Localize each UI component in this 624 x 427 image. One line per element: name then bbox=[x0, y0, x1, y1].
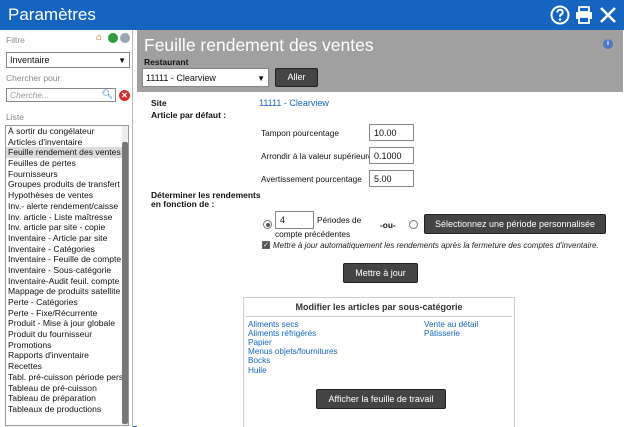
list-item[interactable]: Produit du fournisseur bbox=[6, 329, 123, 340]
subcategory-link[interactable]: Aliments réfrigérés bbox=[248, 329, 316, 338]
round-up-input[interactable]: 0.1000 bbox=[369, 147, 414, 164]
list-item[interactable]: Inventaire - Feuille de compte bbox=[6, 254, 123, 265]
show-worksheet-button[interactable]: Afficher la feuille de travail bbox=[316, 389, 446, 409]
subcategory-link[interactable]: Pâtisserie bbox=[424, 329, 460, 338]
auto-update-checkbox[interactable]: ✓ bbox=[262, 241, 270, 249]
clear-search-icon[interactable]: ✕ bbox=[119, 90, 130, 101]
periods-label-1: Périodes de bbox=[317, 215, 362, 225]
list-label: Liste bbox=[6, 112, 24, 122]
search-icon[interactable]: 🔍︎ bbox=[102, 89, 113, 100]
list-item[interactable]: Promotions bbox=[6, 340, 123, 351]
list-item[interactable]: Mappage de produits satellite bbox=[6, 286, 123, 297]
scrollbar-thumb[interactable] bbox=[122, 142, 128, 424]
subcategory-link[interactable]: Huile bbox=[248, 366, 267, 375]
subcategory-link[interactable]: Vente au détail bbox=[424, 320, 478, 329]
list-item[interactable]: Perte - Catégories bbox=[6, 297, 123, 308]
list-item[interactable]: Fournisseurs bbox=[6, 169, 123, 180]
header-strip: Feuille rendement des ventes i Restauran… bbox=[137, 30, 623, 92]
list-item[interactable]: Tableaux de productions bbox=[6, 404, 123, 415]
filter-select-value: Inventaire bbox=[10, 55, 50, 65]
list-item[interactable]: Groupes produits de transfert bbox=[6, 179, 123, 190]
refresh-icon[interactable] bbox=[120, 33, 130, 43]
list-item[interactable]: Inventaire-Audit feuil. compte bbox=[6, 276, 123, 287]
list-item[interactable]: Recettes bbox=[6, 361, 123, 372]
list-item[interactable]: Feuilles de pertes bbox=[6, 158, 123, 169]
buffer-percent-input[interactable]: 10.00 bbox=[369, 124, 414, 141]
print-icon[interactable] bbox=[574, 5, 594, 25]
list-item[interactable]: Inventaire - Catégories bbox=[6, 244, 123, 255]
close-icon[interactable] bbox=[598, 5, 618, 25]
go-button[interactable]: Aller bbox=[275, 68, 318, 87]
list-item[interactable]: Perte - Fixe/Récurrente bbox=[6, 308, 123, 319]
or-label: -ou- bbox=[380, 220, 396, 230]
list-item[interactable]: Tableau de pré-cuisson bbox=[6, 383, 123, 394]
list-item[interactable]: Inventaire - Sous-catégorie bbox=[6, 265, 123, 276]
restaurant-select-value: 11111 - Clearview bbox=[146, 73, 216, 83]
restaurant-label: Restaurant bbox=[144, 57, 189, 67]
list-item[interactable]: Tableau de préparation bbox=[6, 393, 123, 404]
buffer-percent-label: Tampon pourcentage bbox=[261, 128, 339, 138]
search-input[interactable]: Cherche... 🔍︎ bbox=[6, 88, 116, 102]
chevron-down-icon: ▼ bbox=[118, 56, 126, 65]
list-item[interactable]: Inv.- alerte rendement/caisse bbox=[6, 201, 123, 212]
warning-percent-input[interactable]: 5.00 bbox=[369, 170, 414, 187]
round-up-label: Arrondir à la valeur supérieure bbox=[261, 151, 373, 161]
subcategory-link[interactable]: Bocks bbox=[248, 356, 270, 365]
home-icon[interactable]: ⌂ bbox=[96, 33, 106, 43]
list-item[interactable]: À sortir du congélateur bbox=[6, 126, 123, 137]
info-icon[interactable]: i bbox=[603, 39, 613, 49]
list-item[interactable]: Rapports d'inventaire bbox=[6, 350, 123, 361]
subcategory-title: Modifier les articles par sous-catégorie bbox=[295, 302, 463, 312]
auto-update-note: Mettre à jour automatiquement les rendem… bbox=[273, 241, 599, 250]
determine-label-2: en fonction de : bbox=[151, 199, 215, 209]
periods-radio[interactable] bbox=[263, 220, 272, 229]
list-item[interactable]: Inventaire - Article par site bbox=[6, 233, 123, 244]
title-bar: Paramètres bbox=[0, 0, 624, 30]
subcategory-link[interactable]: Aliments secs bbox=[248, 320, 299, 329]
filter-label: Filtre bbox=[6, 35, 25, 45]
page-title: Feuille rendement des ventes bbox=[144, 35, 374, 55]
add-icon[interactable] bbox=[108, 33, 118, 43]
subcategory-link[interactable]: Papier bbox=[248, 338, 272, 347]
site-value[interactable]: 11111 - Clearview bbox=[259, 98, 329, 108]
search-label: Chercher pour bbox=[6, 73, 61, 83]
list-item[interactable]: Inv. article par site - copie bbox=[6, 222, 123, 233]
main-panel: Feuille rendement des ventes i Restauran… bbox=[137, 30, 624, 427]
update-button[interactable]: Mettre à jour bbox=[343, 263, 418, 283]
list-item[interactable]: Produit - Mise à jour globale bbox=[6, 318, 123, 329]
list-item[interactable]: Tabl. pré-cuisson période pers bbox=[6, 372, 123, 383]
settings-list: À sortir du congélateur Articles d'invent… bbox=[5, 125, 129, 426]
list-item[interactable]: Articles d'inventaire bbox=[6, 137, 123, 148]
filter-select[interactable]: Inventaire ▼ bbox=[6, 52, 130, 68]
periods-label-2: compte précédentes bbox=[275, 229, 351, 239]
search-placeholder: Cherche... bbox=[10, 90, 50, 100]
periods-input[interactable]: 4 bbox=[275, 211, 314, 229]
window-title: Paramètres bbox=[8, 5, 96, 24]
list-item[interactable]: Feuille rendement des ventes bbox=[6, 147, 123, 159]
list-item[interactable]: Inv. article - Liste maîtresse bbox=[6, 212, 123, 223]
help-icon[interactable] bbox=[550, 5, 570, 25]
subcategory-panel: Modifier les articles par sous-catégorie… bbox=[243, 297, 515, 427]
chevron-down-icon: ▼ bbox=[257, 74, 265, 83]
site-label: Site bbox=[151, 98, 167, 108]
subcategory-link[interactable]: Menus objets/fournitures bbox=[248, 347, 338, 356]
list-item[interactable]: Hypothèses de ventes bbox=[6, 190, 123, 201]
warning-percent-label: Avertissement pourcentage bbox=[261, 174, 362, 184]
list-scrollbar[interactable] bbox=[122, 126, 128, 425]
sidebar: Filtre ⌂ Inventaire ▼ Chercher pour Cher… bbox=[0, 30, 133, 427]
divider bbox=[246, 316, 512, 317]
custom-period-button[interactable]: Sélectionnez une période personnalisée bbox=[424, 214, 606, 234]
custom-period-radio[interactable] bbox=[409, 220, 418, 229]
default-item-label: Article par défaut : bbox=[151, 110, 227, 120]
restaurant-select[interactable]: 11111 - Clearview ▼ bbox=[142, 68, 269, 87]
